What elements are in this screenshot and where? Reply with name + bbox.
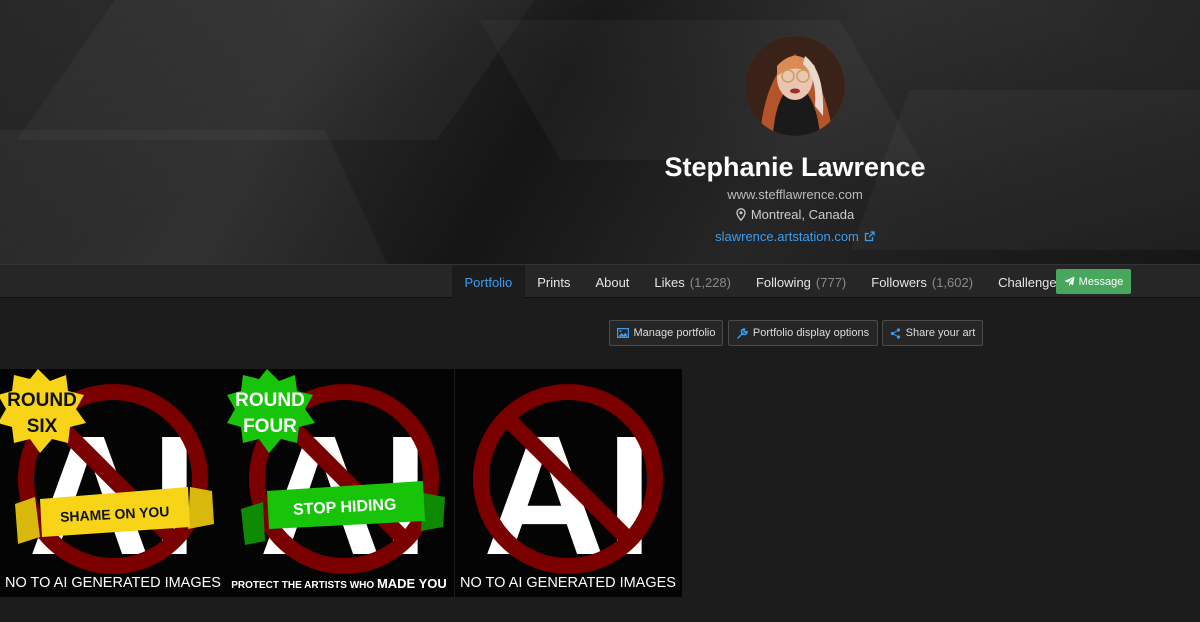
artwork-badge-line2: SIX xyxy=(27,416,58,437)
background-facet xyxy=(480,20,921,160)
tab-label: Following xyxy=(755,274,811,290)
artwork-badge-line1: ROUND xyxy=(235,390,305,411)
share-icon xyxy=(890,327,900,339)
artstation-link[interactable]: slawrence.artstation.com xyxy=(595,229,995,244)
message-label: Message xyxy=(1078,275,1124,288)
message-button[interactable]: Message xyxy=(1056,269,1131,294)
artwork-image: AI NO TO AI GENERATED IMAGES xyxy=(455,369,682,597)
paper-plane-icon xyxy=(1064,276,1075,287)
artwork-caption-prefix: PROTECT THE ARTISTS WHO xyxy=(231,580,377,591)
artwork-badge-line2: FOUR xyxy=(243,416,297,437)
artwork-caption: NO TO AI GENERATED IMAGES xyxy=(460,575,676,591)
tab-label: Likes xyxy=(654,274,685,290)
tab-prints[interactable]: Prints xyxy=(525,265,583,299)
background-facet xyxy=(0,130,395,264)
tab-label: Prints xyxy=(537,274,571,290)
artwork-thumbnail[interactable]: AI SHAME ON YOU ROUND SIX NO TO AI GENER… xyxy=(0,369,227,597)
tab-followers[interactable]: Followers (1,602) xyxy=(859,265,986,299)
artwork-badge-line1: ROUND xyxy=(7,390,77,411)
wrench-icon xyxy=(737,327,748,339)
location-text: Montreal, Canada xyxy=(750,207,855,222)
portfolio-display-options-button[interactable]: Portfolio display options xyxy=(728,320,878,346)
artwork-image: AI STOP HIDING ROUND FOUR PROTECT THE AR… xyxy=(227,369,454,597)
tab-label: Portfolio xyxy=(464,274,513,290)
tab-portfolio[interactable]: Portfolio xyxy=(452,265,525,299)
profile-header: Stephanie Lawrence www.stefflawrence.com… xyxy=(0,0,1200,264)
profile-nav: Portfolio Prints About Likes (1,228) Foll… xyxy=(0,264,1200,299)
share-your-art-label: Share your art xyxy=(905,327,976,339)
artwork-thumbnail[interactable]: AI STOP HIDING ROUND FOUR PROTECT THE AR… xyxy=(227,369,454,597)
artwork-thumbnail[interactable]: AI NO TO AI GENERATED IMAGES xyxy=(455,369,682,597)
image-icon xyxy=(616,328,629,338)
external-link-icon xyxy=(864,231,875,242)
tab-following[interactable]: Following (777) xyxy=(743,265,858,299)
tab-likes[interactable]: Likes (1,228) xyxy=(642,265,744,299)
share-your-art-button[interactable]: Share your art xyxy=(882,320,983,346)
tab-count: (1,228) xyxy=(689,274,731,290)
avatar[interactable] xyxy=(745,36,845,136)
tab-label: Challenges xyxy=(998,274,1064,290)
tab-label: Followers xyxy=(871,274,927,290)
map-pin-icon xyxy=(736,208,746,221)
tab-about[interactable]: About xyxy=(583,265,642,299)
tab-count: (1,602) xyxy=(931,274,974,290)
tab-count: (777) xyxy=(815,274,847,290)
artstation-link-text[interactable]: slawrence.artstation.com xyxy=(715,229,859,244)
tab-label: About xyxy=(595,274,630,290)
location: Montreal, Canada xyxy=(595,207,995,222)
website-link[interactable]: www.stefflawrence.com xyxy=(595,187,995,202)
artwork-image: AI SHAME ON YOU ROUND SIX NO TO AI GENER… xyxy=(0,369,227,597)
artwork-caption-bold: MADE YOU xyxy=(377,576,447,591)
artwork-caption: NO TO AI GENERATED IMAGES xyxy=(5,575,221,591)
portfolio-display-options-label: Portfolio display options xyxy=(752,327,870,339)
manage-portfolio-label: Manage portfolio xyxy=(633,327,716,339)
manage-portfolio-button[interactable]: Manage portfolio xyxy=(609,320,723,346)
profile-name: Stephanie Lawrence xyxy=(664,152,926,182)
